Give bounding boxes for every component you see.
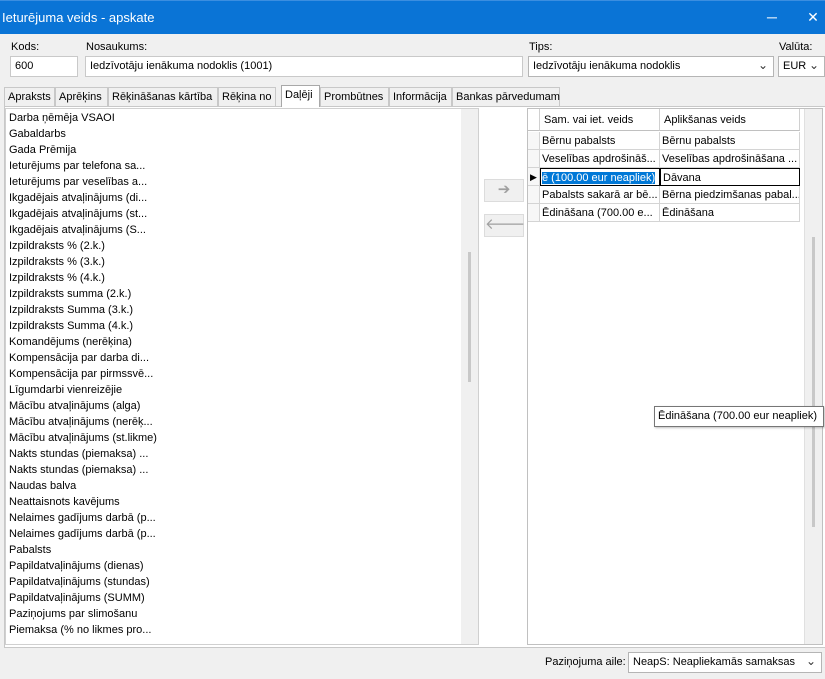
tab-prombutnes[interactable]: Prombūtnes — [320, 87, 389, 106]
list-item[interactable]: Pabalsts — [9, 542, 51, 558]
grid-row-header[interactable] — [528, 132, 540, 150]
pazinojuma-select[interactable]: NeapS: Neapliekamās samaksas ⌄ — [628, 652, 822, 673]
list-item[interactable]: Ikgadējais atvaļinājums (di... — [9, 190, 147, 206]
grid-header-aplikshanas-veids[interactable]: Aplikšanas veids — [660, 109, 800, 131]
list-item[interactable]: Gada Prēmija — [9, 142, 76, 158]
pazinojuma-label: Paziņojuma aile: — [545, 656, 626, 668]
tab-rekinasanas-kartiba[interactable]: Rēķināšanas kārtība — [108, 87, 218, 106]
chevron-down-icon: ⌄ — [808, 58, 819, 72]
available-list[interactable]: Darba ņēmēja VSAOI Gabaldarbs Gada Prēmija… — [5, 108, 479, 645]
list-item[interactable]: Darba ņēmēja VSAOI — [9, 110, 115, 126]
list-item[interactable]: Nelaimes gadījums darbā (p... — [9, 526, 156, 542]
list-item[interactable]: Mācību atvaļinājums (nerēķ... — [9, 414, 153, 430]
grid-corner — [528, 109, 540, 131]
grid-row-header[interactable] — [528, 150, 540, 168]
selected-grid[interactable]: Sam. vai iet. veids Aplikšanas veids Bēr… — [527, 108, 823, 645]
tab-aprekins[interactable]: Aprēķins — [55, 87, 108, 106]
list-item[interactable]: Nakts stundas (piemaksa) ... — [9, 462, 148, 478]
tips-select[interactable]: Iedzīvotāju ienākuma nodoklis ⌄ — [528, 56, 774, 77]
cell-tooltip: Ēdināšana (700.00 eur neapliek) — [654, 406, 824, 427]
chevron-down-icon: ⌄ — [805, 654, 816, 668]
minimize-button[interactable]: ─ — [764, 9, 780, 25]
remove-from-selected-button[interactable]: 🡐 — [484, 214, 525, 237]
list-item[interactable]: Ieturējums par veselības a... — [9, 174, 147, 190]
tips-label: Tips: — [529, 41, 553, 53]
tab-apraksts[interactable]: Apraksts — [4, 87, 55, 106]
tips-select-value: Iedzīvotāju ienākuma nodoklis — [533, 60, 681, 72]
grid-cell[interactable]: Bērnu pabalsts — [660, 132, 800, 150]
grid-row-header[interactable] — [528, 204, 540, 222]
add-to-selected-button[interactable]: ➔ — [484, 179, 524, 202]
list-item[interactable]: Piemaksa (% no likmes pro... — [9, 622, 151, 638]
list-item[interactable]: Ieturējums par telefona sa... — [9, 158, 145, 174]
tab-rekina-no[interactable]: Rēķina no — [218, 87, 276, 106]
valuta-select-value: EUR — [783, 60, 807, 72]
list-item[interactable]: Mācību atvaļinājums (st.likme) — [9, 430, 157, 446]
tab-daleji[interactable]: Daļēji — [281, 85, 320, 107]
grid-cell[interactable]: Bērna piedzimšanas pabal... — [660, 186, 800, 204]
list-item[interactable]: Ikgadējais atvaļinājums (S... — [9, 222, 146, 238]
list-item[interactable]: Mācību atvaļinājums (alga) — [9, 398, 140, 414]
list-item[interactable]: Papildatvaļinājums (dienas) — [9, 558, 144, 574]
list-scrollbar[interactable] — [461, 109, 478, 644]
grid-cell-selected-text: ē (100.00 eur neapliek) — [542, 172, 656, 184]
grid-cell[interactable]: Veselības apdrošināšana ... — [660, 150, 800, 168]
list-item[interactable]: Ikgadējais atvaļinājums (st... — [9, 206, 147, 222]
nosaukums-label: Nosaukums: — [86, 41, 148, 53]
kods-label: Kods: — [11, 41, 40, 53]
valuta-select[interactable]: EUR ⌄ — [778, 56, 825, 77]
list-item[interactable]: Kompensācija par darba di... — [9, 350, 149, 366]
kods-field[interactable]: 600 — [10, 56, 78, 77]
grid-header-sam-veids[interactable]: Sam. vai iet. veids — [540, 109, 660, 131]
grid-cell-editing[interactable]: ē (100.00 eur neapliek) — [540, 168, 660, 186]
grid-scrollbar[interactable] — [804, 109, 822, 644]
list-item[interactable]: Papildatvaļinājums (SUMM) — [9, 590, 145, 606]
grid-cell[interactable]: Dāvana — [660, 168, 800, 186]
grid-cell[interactable]: Ēdināšana — [660, 204, 800, 222]
list-scrollbar-thumb[interactable] — [468, 252, 471, 382]
current-row-indicator[interactable]: ▶ — [528, 168, 540, 186]
list-item[interactable]: Neattaisnots kavējums — [9, 494, 120, 510]
list-item[interactable]: Naudas balva — [9, 478, 76, 494]
list-item[interactable]: Izpildraksts % (2.k.) — [9, 238, 105, 254]
list-item[interactable]: Paziņojums par slimošanu — [9, 606, 137, 622]
close-button[interactable]: ✕ — [805, 9, 821, 26]
nosaukums-field[interactable]: Iedzīvotāju ienākuma nodoklis (1001) — [85, 56, 523, 77]
list-item[interactable]: Papildatvaļinājums (stundas) — [9, 574, 150, 590]
grid-cell[interactable]: Veselības apdrošināš... — [540, 150, 660, 168]
list-item[interactable]: Izpildraksts % (3.k.) — [9, 254, 105, 270]
list-item[interactable]: Komandējums (nerēķina) — [9, 334, 132, 350]
pazinojuma-select-value: NeapS: Neapliekamās samaksas — [633, 656, 796, 668]
list-item[interactable]: Izpildraksts Summa (3.k.) — [9, 302, 133, 318]
list-item[interactable]: Nelaimes gadījums darbā (p... — [9, 510, 156, 526]
list-item[interactable]: Nakts stundas (piemaksa) ... — [9, 446, 148, 462]
valuta-label: Valūta: — [779, 41, 813, 53]
window-title: Ieturējuma veids - apskate — [2, 10, 155, 25]
grid-cell[interactable]: Bērnu pabalsts — [540, 132, 660, 150]
title-bar: Ieturējuma veids - apskate ─ ✕ — [0, 0, 825, 34]
list-item[interactable]: Gabaldarbs — [9, 126, 66, 142]
list-item[interactable]: Līgumdarbi vienreizējie — [9, 382, 122, 398]
grid-cell[interactable]: Ēdināšana (700.00 e... — [540, 204, 660, 222]
list-item[interactable]: Izpildraksts Summa (4.k.) — [9, 318, 133, 334]
list-item[interactable]: Izpildraksts % (4.k.) — [9, 270, 105, 286]
grid-cell[interactable]: Pabalsts sakarā ar bē... — [540, 186, 660, 204]
tab-bankas-parvedumam[interactable]: Bankas pārvedumam — [452, 87, 560, 106]
list-item[interactable]: Izpildraksts summa (2.k.) — [9, 286, 131, 302]
chevron-down-icon: ⌄ — [757, 58, 768, 72]
list-item[interactable]: Kompensācija par pirmssvē... — [9, 366, 153, 382]
tab-informacija[interactable]: Informācija — [389, 87, 452, 106]
grid-scrollbar-thumb[interactable] — [812, 237, 815, 527]
grid-row-header[interactable] — [528, 186, 540, 204]
